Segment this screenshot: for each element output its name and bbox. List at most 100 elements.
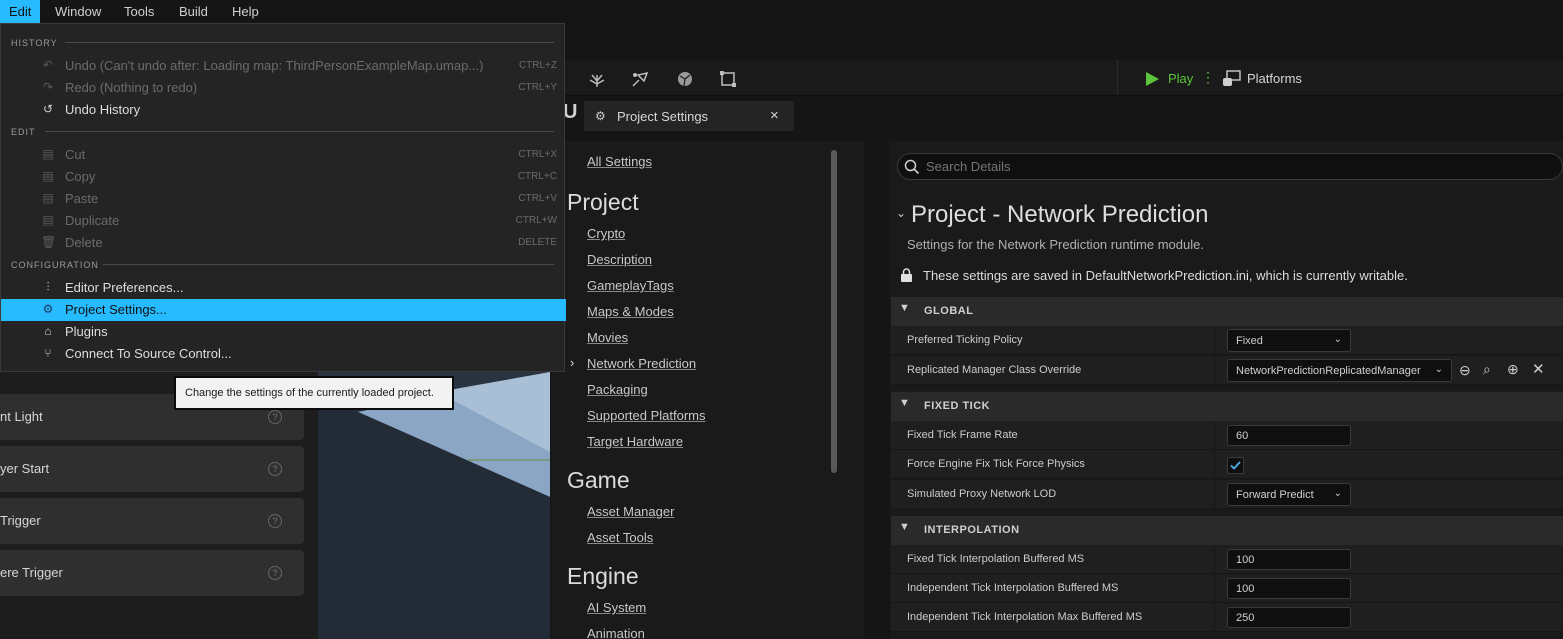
menu-help[interactable]: Help <box>223 0 268 23</box>
combo-value: NetworkPredictionReplicatedManager <box>1236 365 1421 377</box>
nav-link-network-prediction[interactable]: Network Prediction <box>587 356 696 371</box>
paint-icon[interactable] <box>630 69 650 89</box>
menu-item-source-control[interactable]: ⑂ Connect To Source Control... <box>1 343 566 365</box>
platforms-button[interactable]: Platforms <box>1222 69 1314 89</box>
menu-tools[interactable]: Tools <box>115 0 163 23</box>
shortcut: CTRL+Z <box>518 60 557 71</box>
prop-fixed-tick-interp: Fixed Tick Interpolation Buffered MS 100 <box>891 545 1563 574</box>
menu-edit[interactable]: Edit <box>0 0 41 23</box>
nav-link-ai-system[interactable]: AI System <box>587 600 646 615</box>
browse-icon[interactable]: ⌕ <box>1483 361 1491 378</box>
help-icon[interactable]: ? <box>268 462 282 476</box>
force-physics-checkbox[interactable] <box>1227 457 1244 474</box>
edit-menu-dropdown: HISTORY ↶ Undo (Can't undo after: Loadin… <box>0 23 566 372</box>
help-icon[interactable]: ? <box>268 566 282 580</box>
nav-link-gameplaytags[interactable]: GameplayTags <box>587 278 674 293</box>
nav-link-supported-platforms[interactable]: Supported Platforms <box>587 408 706 423</box>
column-divider[interactable] <box>1214 574 1215 603</box>
saved-note: These settings are saved in DefaultNetwo… <box>923 268 1408 283</box>
column-divider[interactable] <box>1214 545 1215 574</box>
help-icon[interactable]: ? <box>268 410 282 424</box>
menu-item-project-settings[interactable]: ⚙ Project Settings... <box>1 299 566 321</box>
nav-link-target-hardware[interactable]: Target Hardware <box>587 434 683 449</box>
add-icon[interactable]: ⊕ <box>1507 361 1519 378</box>
menu-item-paste[interactable]: ▤ Paste CTRL+V <box>1 188 566 210</box>
simulated-proxy-lod-combo[interactable]: Forward Predict ⌄ <box>1227 483 1351 506</box>
search-details-box[interactable] <box>897 153 1563 180</box>
tab-project-settings[interactable]: ⚙ Project Settings × <box>584 101 794 131</box>
search-icon <box>904 159 920 175</box>
help-icon[interactable]: ? <box>268 514 282 528</box>
gear-icon: ⚙ <box>42 302 54 316</box>
menu-item-copy[interactable]: ▤ Copy CTRL+C <box>1 166 566 188</box>
menu-item-cut[interactable]: ▤ Cut CTRL+X <box>1 144 566 166</box>
menu-item-redo[interactable]: ↷ Redo (Nothing to redo) CTRL+Y <box>1 77 566 99</box>
independent-tick-interp-max-field[interactable]: 250 <box>1227 607 1351 628</box>
nav-link-packaging[interactable]: Packaging <box>587 382 648 397</box>
menu-item-plugins[interactable]: ⌂ Plugins <box>1 321 566 343</box>
menu-item-label: Delete <box>65 235 103 250</box>
shortcut: CTRL+Y <box>518 82 557 93</box>
chevron-down-icon: ▼ <box>899 302 910 314</box>
place-item[interactable]: ere Trigger ? <box>0 550 304 596</box>
clear-icon[interactable]: ✕ <box>1532 360 1545 378</box>
menu-item-delete[interactable]: 🗑 Delete DELETE <box>1 232 566 254</box>
column-divider[interactable] <box>1214 480 1215 509</box>
nav-link-maps-modes[interactable]: Maps & Modes <box>587 304 674 319</box>
place-item[interactable]: Trigger ? <box>0 498 304 544</box>
nav-link-description[interactable]: Description <box>587 252 652 267</box>
menu-window[interactable]: Window <box>46 0 110 23</box>
category-global[interactable]: ▼ GLOBAL <box>891 297 1563 326</box>
menu-item-editor-preferences[interactable]: ⫶ Editor Preferences... <box>1 277 566 299</box>
nav-link-crypto[interactable]: Crypto <box>587 226 625 241</box>
nav-link-animation[interactable]: Animation <box>587 626 645 639</box>
modeling-icon[interactable] <box>718 69 738 89</box>
category-fixed-tick[interactable]: ▼ FIXED TICK <box>891 392 1563 421</box>
column-divider[interactable] <box>1214 421 1215 450</box>
chevron-down-icon[interactable]: ⌄ <box>896 206 906 220</box>
menu-item-undo[interactable]: ↶ Undo (Can't undo after: Loading map: T… <box>1 55 566 77</box>
nav-link-movies[interactable]: Movies <box>587 330 628 345</box>
category-interpolation[interactable]: ▼ INTERPOLATION <box>891 516 1563 545</box>
fixed-tick-interp-field[interactable]: 100 <box>1227 549 1351 570</box>
foliage-icon[interactable] <box>587 69 607 89</box>
combo-value: Forward Predict <box>1236 489 1314 501</box>
column-divider[interactable] <box>1214 356 1215 385</box>
shortcut: CTRL+X <box>518 149 557 160</box>
nav-all-settings[interactable]: All Settings <box>587 154 652 169</box>
use-selected-icon[interactable]: ⊖ <box>1459 362 1471 379</box>
prop-simulated-proxy-lod: Simulated Proxy Network LOD Forward Pred… <box>891 480 1563 509</box>
replicated-manager-combo[interactable]: NetworkPredictionReplicatedManager ⌄ <box>1227 359 1452 382</box>
nav-link-asset-manager[interactable]: Asset Manager <box>587 504 674 519</box>
ticking-policy-combo[interactable]: Fixed ⌄ <box>1227 329 1351 352</box>
level-viewport[interactable] <box>318 372 550 639</box>
prop-label: Fixed Tick Interpolation Buffered MS <box>907 553 1085 565</box>
place-item[interactable]: yer Start ? <box>0 446 304 492</box>
prop-label: Simulated Proxy Network LOD <box>907 488 1057 500</box>
close-icon[interactable]: × <box>770 107 779 124</box>
menu-item-duplicate[interactable]: ▤ Duplicate CTRL+W <box>1 210 566 232</box>
category-label: GLOBAL <box>924 305 974 317</box>
nav-link-asset-tools[interactable]: Asset Tools <box>587 530 653 545</box>
column-divider[interactable] <box>1214 450 1215 479</box>
fracture-icon[interactable] <box>675 69 695 89</box>
play-button[interactable]: Play ⋮ <box>1143 69 1215 89</box>
toolbar-separator <box>1117 60 1118 94</box>
viewport-scene <box>318 372 550 639</box>
shortcut: CTRL+C <box>517 171 557 182</box>
nav-scrollbar[interactable] <box>831 150 837 473</box>
chevron-right-icon[interactable]: › <box>570 355 574 370</box>
prop-independent-tick-interp-max: Independent Tick Interpolation Max Buffe… <box>891 603 1563 632</box>
independent-tick-interp-field[interactable]: 100 <box>1227 578 1351 599</box>
chevron-down-icon: ⌄ <box>1333 334 1342 345</box>
section-configuration: CONFIGURATION <box>11 260 99 270</box>
search-input[interactable] <box>926 158 1526 175</box>
fixed-tick-frame-rate-field[interactable]: 60 <box>1227 425 1351 446</box>
lock-icon <box>901 268 912 282</box>
column-divider[interactable] <box>1214 326 1215 355</box>
play-options-icon[interactable]: ⋮ <box>1201 69 1215 86</box>
source-control-icon: ⑂ <box>44 346 52 360</box>
menu-build[interactable]: Build <box>170 0 217 23</box>
menu-item-undo-history[interactable]: ↺ Undo History <box>1 99 566 121</box>
column-divider[interactable] <box>1214 603 1215 632</box>
